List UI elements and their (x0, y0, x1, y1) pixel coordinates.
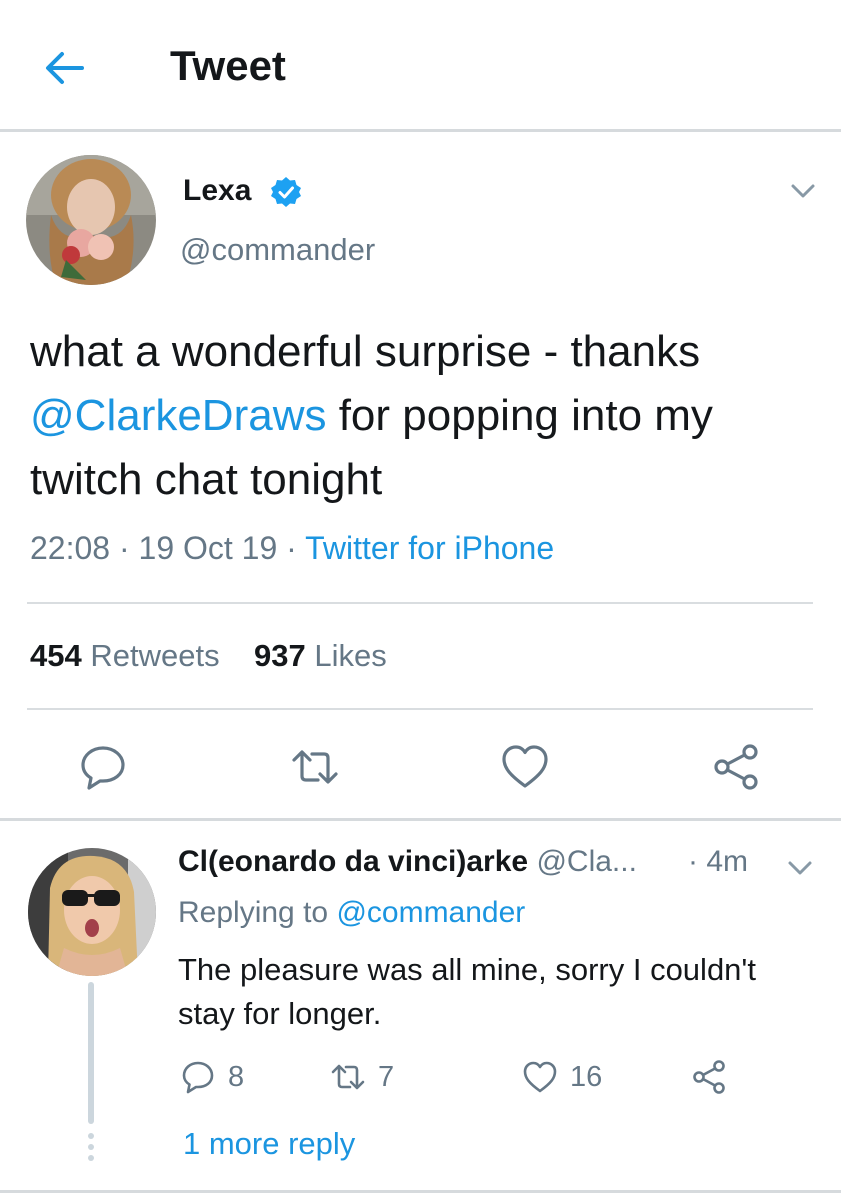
author-name[interactable]: Lexa (183, 174, 251, 208)
divider (27, 708, 813, 710)
reply-avatar[interactable] (28, 848, 156, 976)
tweet-text: what a wonderful surprise - thanks @Clar… (30, 320, 820, 512)
reply-author-handle[interactable]: @Cla... (536, 845, 636, 878)
tweet-text-part: what a wonderful surprise - thanks (30, 327, 701, 376)
reply-icon[interactable] (78, 742, 128, 792)
tweet-time: 22:08 (30, 530, 111, 566)
reply-author-name[interactable]: Cl(eonardo da vinci)arke (178, 845, 528, 878)
like-icon[interactable] (500, 742, 550, 792)
back-arrow-icon[interactable] (40, 44, 88, 92)
likes-count: 937 (254, 638, 306, 673)
replying-to: Replying to @commander (178, 896, 525, 930)
top-bar: Tweet (0, 0, 841, 132)
divider (27, 602, 813, 604)
reply-share-button[interactable] (692, 1058, 728, 1096)
reply-avatar-image (28, 848, 156, 976)
retweets-count: 454 (30, 638, 82, 673)
retweet-icon[interactable] (290, 742, 340, 792)
avatar-image (26, 155, 156, 285)
retweets-label: Retweets (90, 638, 220, 673)
reply-count: 8 (228, 1060, 245, 1093)
meta-separator: · (286, 530, 297, 566)
chevron-down-icon[interactable] (788, 178, 818, 204)
chevron-down-icon[interactable] (785, 856, 815, 880)
retweets-stat[interactable]: 454 Retweets (30, 638, 220, 673)
retweet-icon (331, 1064, 365, 1090)
tweet-meta: 22:08 · 19 Oct 19 · Twitter for iPhone (30, 530, 554, 567)
replying-to-label: Replying to (178, 896, 329, 929)
share-icon[interactable] (712, 742, 762, 792)
retweet-count: 7 (378, 1060, 395, 1093)
section-divider (0, 818, 841, 821)
mention-link[interactable]: @ClarkeDraws (30, 391, 326, 440)
tweet-stats: 454 Retweets 937 Likes (30, 638, 387, 674)
likes-label: Likes (314, 638, 387, 673)
reply-like-button[interactable]: 16 (522, 1058, 602, 1096)
reply-text: The pleasure was all mine, sorry I could… (178, 952, 756, 1031)
reply-header: Cl(eonardo da vinci)arke @Cla... (178, 845, 637, 879)
reply-time: · 4m (688, 845, 749, 878)
tweet-source[interactable]: Twitter for iPhone (305, 530, 554, 566)
reply-reply-button[interactable]: 8 (180, 1058, 244, 1096)
avatar[interactable] (26, 155, 156, 285)
more-replies-link[interactable]: 1 more reply (183, 1126, 355, 1162)
meta-separator: · (118, 530, 130, 566)
author-handle[interactable]: @commander (180, 232, 375, 268)
thread-line (88, 982, 94, 1124)
page-title: Tweet (170, 42, 286, 89)
verified-badge-icon (271, 177, 301, 207)
likes-stat[interactable]: 937 Likes (254, 638, 387, 673)
thread-dots-icon (88, 1133, 94, 1161)
reply-retweet-button[interactable]: 7 (330, 1058, 394, 1096)
share-icon (693, 1060, 725, 1094)
like-icon (523, 1061, 557, 1093)
replying-to-mention[interactable]: @commander (336, 896, 525, 929)
reply-icon (182, 1061, 214, 1094)
tweet-date[interactable]: 19 Oct 19 (139, 530, 278, 566)
like-count: 16 (570, 1060, 603, 1093)
section-divider (0, 1190, 841, 1193)
reply-time-value: 4m (706, 845, 749, 878)
